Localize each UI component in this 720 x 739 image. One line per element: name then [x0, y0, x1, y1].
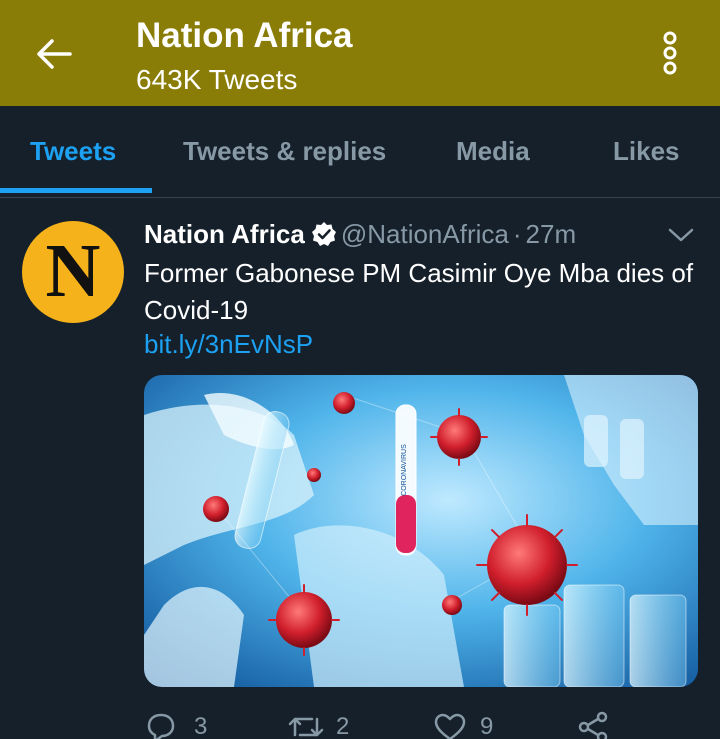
- verified-badge-icon: [311, 222, 336, 246]
- retweet-count: 2: [336, 713, 350, 739]
- arrow-left-icon: [37, 39, 72, 69]
- share-icon: [578, 711, 608, 739]
- tweet-menu-button[interactable]: [666, 223, 696, 247]
- chevron-down-icon: [668, 228, 694, 242]
- tweet[interactable]: N Nation Africa @NationAfrica · 27m Former…: [0, 199, 720, 739]
- profile-tabs: Tweets Tweets & replies Media Likes: [0, 106, 720, 198]
- reply-count: 3: [194, 713, 208, 739]
- tweet-actions: 3 2 9: [144, 707, 704, 739]
- heart-icon: [434, 713, 466, 739]
- like-count: 9: [480, 713, 494, 739]
- author-name[interactable]: Nation Africa: [144, 219, 305, 249]
- more-options-button[interactable]: [656, 30, 684, 76]
- back-button[interactable]: [34, 36, 74, 72]
- retweet-icon: [288, 717, 324, 737]
- tab-likes[interactable]: Likes: [613, 136, 680, 167]
- tweet-text: Former Gabonese PM Casimir Oye Mba dies …: [144, 258, 694, 325]
- tweet-image[interactable]: CORONAVIRUS: [144, 375, 698, 687]
- tab-media[interactable]: Media: [456, 136, 530, 167]
- meta-separator: ·: [512, 219, 522, 249]
- tab-tweets-and-replies[interactable]: Tweets & replies: [183, 136, 386, 167]
- avatar-logo-letter: N: [45, 229, 101, 313]
- more-vertical-icon: [663, 31, 677, 75]
- tab-tweets[interactable]: Tweets: [30, 136, 116, 167]
- reply-icon: [147, 713, 175, 739]
- avatar[interactable]: N: [22, 221, 124, 323]
- active-tab-indicator: [0, 188, 152, 193]
- tweet-count: 643K Tweets: [136, 64, 298, 95]
- profile-header: Nation Africa 643K Tweets: [0, 0, 720, 106]
- author-handle[interactable]: @NationAfrica: [341, 219, 509, 249]
- tube-label: CORONAVIRUS: [401, 444, 408, 496]
- profile-title: Nation Africa: [136, 16, 353, 55]
- tweet-time: 27m: [525, 219, 577, 249]
- tweet-link[interactable]: bit.ly/3nEvNsP: [144, 329, 313, 360]
- tweet-meta: Nation Africa @NationAfrica · 27m: [144, 219, 576, 253]
